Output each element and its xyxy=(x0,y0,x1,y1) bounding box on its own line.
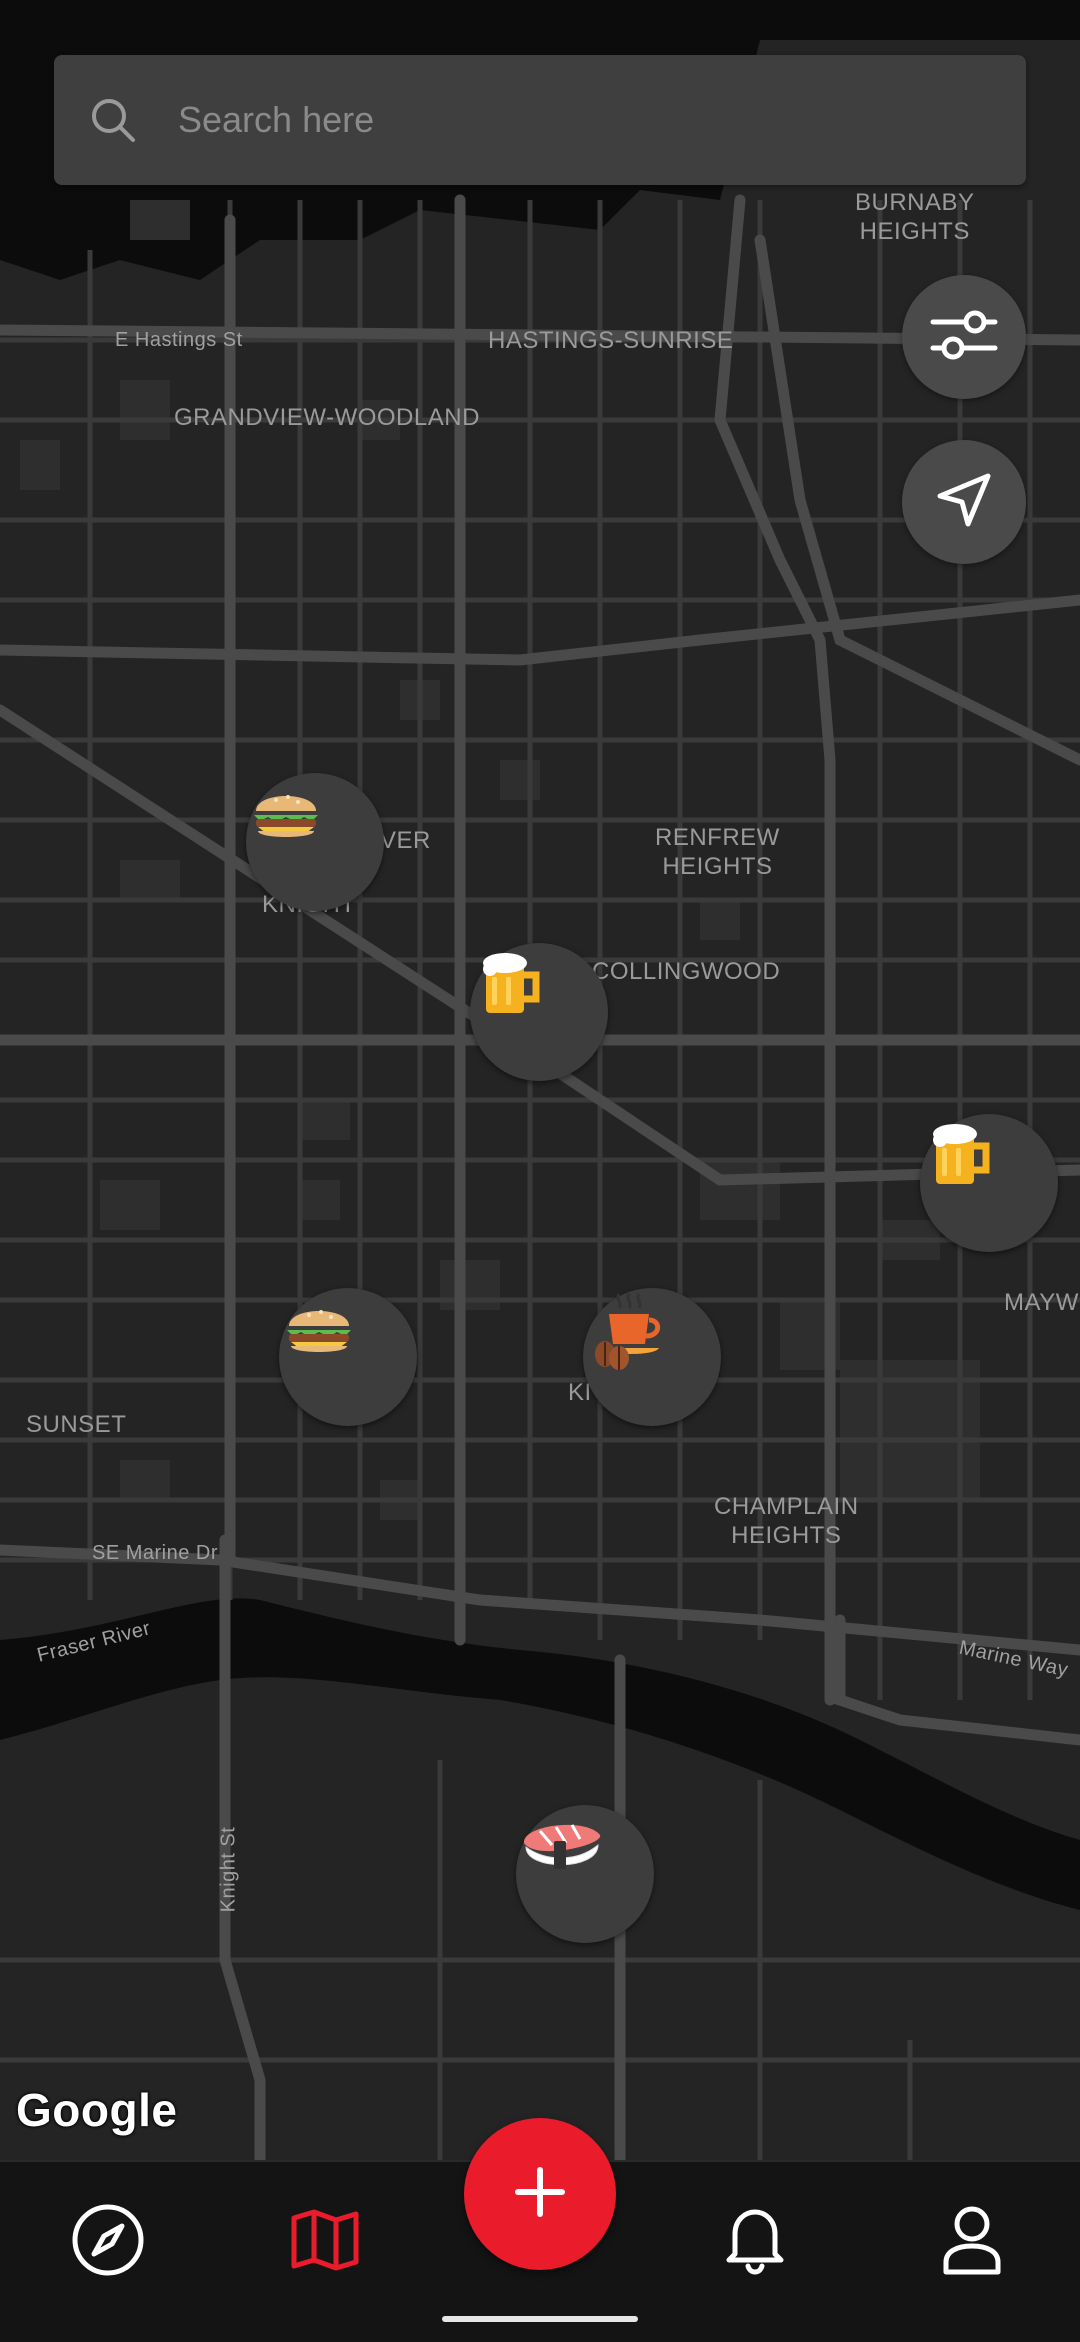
nav-notifications[interactable] xyxy=(705,2192,805,2292)
nav-profile[interactable] xyxy=(922,2192,1022,2292)
map-marker-burger[interactable] xyxy=(246,773,384,911)
search-icon xyxy=(88,95,138,145)
search-bar[interactable]: Search here xyxy=(54,55,1026,185)
map-marker-beer[interactable] xyxy=(920,1114,1058,1252)
compass-icon xyxy=(70,2202,146,2283)
map-icon xyxy=(290,2208,360,2277)
map-marker-sushi[interactable] xyxy=(516,1805,654,1943)
sliders-icon xyxy=(929,300,999,375)
map-label-se-marine: SE Marine Dr xyxy=(92,1542,219,1564)
nav-explore[interactable] xyxy=(58,2192,158,2292)
search-input[interactable]: Search here xyxy=(178,99,374,141)
map-marker-burger[interactable] xyxy=(279,1288,417,1426)
navigation-arrow-icon xyxy=(932,468,996,537)
google-attribution: Google xyxy=(16,2084,178,2136)
map-label-collingwood: COLLINGWOOD xyxy=(592,958,781,985)
profile-icon xyxy=(940,2204,1004,2281)
map-label-ver: VER xyxy=(380,827,431,854)
map-label-renfrew: RENFREW HEIGHTS xyxy=(655,824,780,880)
filter-button[interactable] xyxy=(902,275,1026,399)
map-label-knight-st: Knight St xyxy=(217,1826,240,1913)
map-label-grandview: GRANDVIEW-WOODLAND xyxy=(174,404,480,431)
my-location-button[interactable] xyxy=(902,440,1026,564)
map-label-burnaby-heights: BURNABY HEIGHTS xyxy=(855,189,975,245)
map-marker-beer[interactable] xyxy=(470,943,608,1081)
map-marker-coffee[interactable] xyxy=(583,1288,721,1426)
map-label-champlain: CHAMPLAIN HEIGHTS xyxy=(714,1493,859,1549)
map-label-hastings-sunrise: HASTINGS-SUNRISE xyxy=(488,327,734,354)
home-indicator[interactable] xyxy=(442,2316,638,2322)
map-label-maywood: MAYWO xyxy=(1004,1289,1080,1316)
map-label-sunset: SUNSET xyxy=(26,1411,127,1438)
bell-icon xyxy=(723,2204,787,2281)
nav-map[interactable] xyxy=(275,2192,375,2292)
map-label-e-hastings: E Hastings St xyxy=(115,329,243,351)
add-button[interactable] xyxy=(464,2118,616,2270)
plus-icon xyxy=(512,2164,568,2225)
